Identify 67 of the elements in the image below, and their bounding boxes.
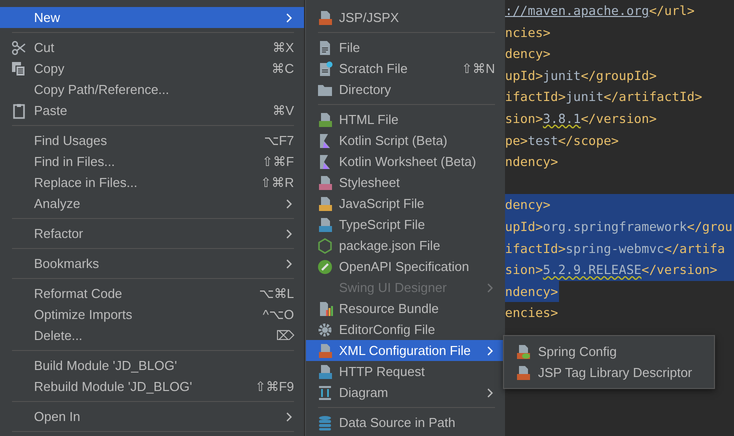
menu-item[interactable]: Stylesheet [306, 172, 505, 193]
menu-item[interactable]: Scratch File ⇧⌘N [306, 58, 505, 79]
file-icon [316, 10, 332, 26]
code-line: upId>junit</groupId> [505, 66, 657, 85]
menu-item[interactable]: Analyze [0, 193, 304, 214]
code-line: ://maven.apache.org</url> [505, 2, 695, 20]
file-icon [515, 364, 531, 380]
menu-item[interactable]: HTML File [306, 109, 505, 130]
menu-item[interactable]: package.json File [306, 235, 505, 256]
menu-item[interactable]: JavaScript File [306, 193, 505, 214]
menu-item[interactable]: TypeScript File [306, 214, 505, 235]
code-line: sion>5.2.9.RELEASE</version> [505, 261, 718, 280]
menu-item[interactable]: Paste ⌘V [0, 100, 304, 121]
menu-item[interactable]: Delete... ⌦ [0, 325, 304, 346]
menu-item[interactable]: Data Source in Path [306, 412, 505, 433]
menu-item[interactable]: Spring Config [504, 341, 714, 362]
menu-item[interactable]: Rebuild Module 'JD_BLOG' ⇧⌘F9 [0, 376, 304, 397]
menu-item[interactable]: Copy Path/Reference... [0, 79, 304, 100]
clipboard-icon [11, 102, 27, 118]
circle-icon [316, 258, 332, 274]
menu-item[interactable]: JSP/JSPX [306, 7, 505, 28]
leaf-file-icon [515, 344, 531, 360]
menu-item[interactable]: Open In [0, 406, 304, 427]
menu-item[interactable]: JSP Tag Library Descriptor [504, 362, 714, 383]
code-line: dency> [505, 45, 550, 64]
code-line: ndency> [505, 153, 558, 172]
menu-item[interactable]: HTTP Request [306, 361, 505, 382]
menu-item[interactable]: Optimize Imports ^⌥O [0, 304, 304, 325]
copy-icon [11, 60, 27, 76]
scissors-icon [11, 40, 27, 56]
file-icon [316, 112, 332, 128]
menu-item[interactable]: Reformat Code ⌥⌘L [0, 283, 304, 304]
code-line: dency> [505, 196, 550, 214]
code-line: ifactId>spring-webmvc</artifa [505, 240, 725, 258]
menu-item[interactable]: New [0, 7, 304, 28]
menu-item[interactable]: Bookmarks [0, 253, 304, 274]
menu-item[interactable]: Diagram [306, 382, 505, 403]
menu-item[interactable]: OpenAPI Specification [306, 256, 505, 277]
code-line: pe>test</scope> [505, 132, 619, 150]
diagram-icon [316, 384, 332, 400]
code-line: encies> [505, 304, 558, 322]
menu-item[interactable]: Directory [306, 79, 505, 100]
gear-icon [316, 322, 332, 338]
menu-item[interactable]: Build Module 'JD_BLOG' [0, 355, 304, 376]
menu-item[interactable]: Replace in Files... ⇧⌘R [0, 172, 304, 193]
file-icon [316, 216, 332, 232]
menu-item[interactable]: EditorConfig File [306, 319, 505, 340]
menu-item[interactable]: Find in Files... ⇧⌘F [0, 151, 304, 172]
code-line: ifactId>junit</artifactId> [505, 88, 702, 106]
menu-item[interactable]: Find Usages ⌥F7 [0, 130, 304, 151]
hexagon-icon [316, 238, 332, 254]
menu-item[interactable]: Kotlin Script (Beta) [306, 130, 505, 151]
database-icon [316, 414, 332, 430]
menu-item[interactable]: XML Configuration File [306, 340, 505, 361]
code-line: ncies> [505, 24, 550, 42]
file-icon [316, 364, 332, 380]
menu-item[interactable]: File [306, 37, 505, 58]
code-line: upId>org.springframework</grou [505, 218, 732, 236]
menu-item[interactable]: Kotlin Worksheet (Beta) [306, 151, 505, 172]
menu-item[interactable]: Cut ⌘X [0, 37, 304, 58]
file-icon [316, 342, 332, 358]
file-icon [316, 196, 332, 212]
menu-item[interactable]: Refactor [0, 223, 304, 244]
menu-item[interactable]: Resource Bundle [306, 298, 505, 319]
code-line: sion>3.8.1</version> [505, 110, 657, 128]
menu-item[interactable]: Copy ⌘C [0, 58, 304, 79]
file-icon [316, 174, 332, 190]
